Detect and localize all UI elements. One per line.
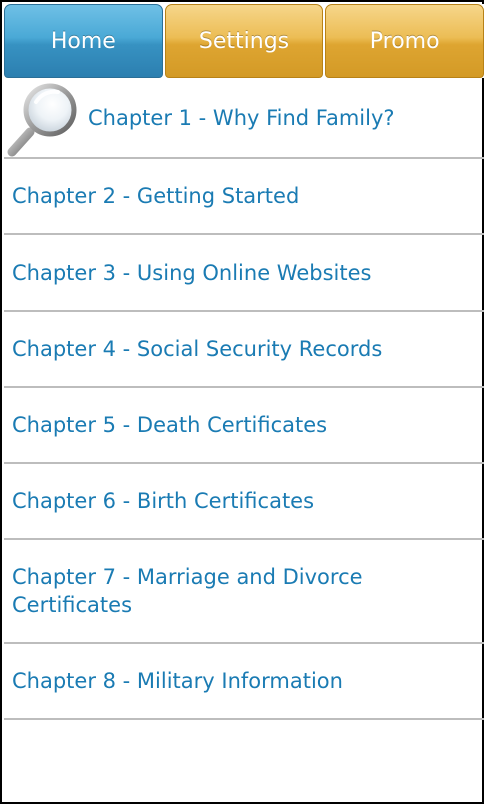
chapter-item-label: Chapter 5 - Death Certificates	[12, 413, 328, 437]
chapter-item-2[interactable]: Chapter 2 - Getting Started	[4, 159, 484, 235]
chapter-item-label: Chapter 8 - Military Information	[12, 669, 343, 693]
chapter-item-1[interactable]: Chapter 1 - Why Find Family?	[4, 78, 484, 159]
app-frame: Home Settings Promo Chapter 1 - Why Find…	[0, 0, 484, 804]
chapter-item-4[interactable]: Chapter 4 - Social Security Records	[4, 312, 484, 388]
chapter-item-8[interactable]: Chapter 8 - Military Information	[4, 644, 484, 720]
chapter-item-label: Chapter 2 - Getting Started	[12, 184, 300, 208]
chapter-item-5[interactable]: Chapter 5 - Death Certificates	[4, 388, 484, 464]
tab-settings[interactable]: Settings	[164, 4, 324, 78]
chapter-item-7[interactable]: Chapter 7 - Marriage and Divorce Certifi…	[4, 540, 484, 644]
chapter-item-6[interactable]: Chapter 6 - Birth Certificates	[4, 464, 484, 540]
chapter-item-label: Chapter 6 - Birth Certificates	[12, 489, 315, 513]
chapter-item-label: Chapter 3 - Using Online Websites	[12, 260, 372, 285]
chapter-item-label: Chapter 1 - Why Find Family?	[88, 105, 395, 130]
chapter-item-3[interactable]: Chapter 3 - Using Online Websites	[4, 235, 484, 312]
tab-home[interactable]: Home	[4, 4, 163, 78]
chapter-item-label: Chapter 4 - Social Security Records	[12, 337, 383, 361]
chapter-list: Chapter 1 - Why Find Family? Chapter 2 -…	[4, 78, 484, 720]
tab-promo[interactable]: Promo	[325, 4, 484, 78]
tab-bar: Home Settings Promo	[4, 4, 484, 78]
magnifying-glass-icon	[7, 83, 77, 156]
chapter-item-label: Chapter 7 - Marriage and Divorce Certifi…	[12, 565, 363, 617]
